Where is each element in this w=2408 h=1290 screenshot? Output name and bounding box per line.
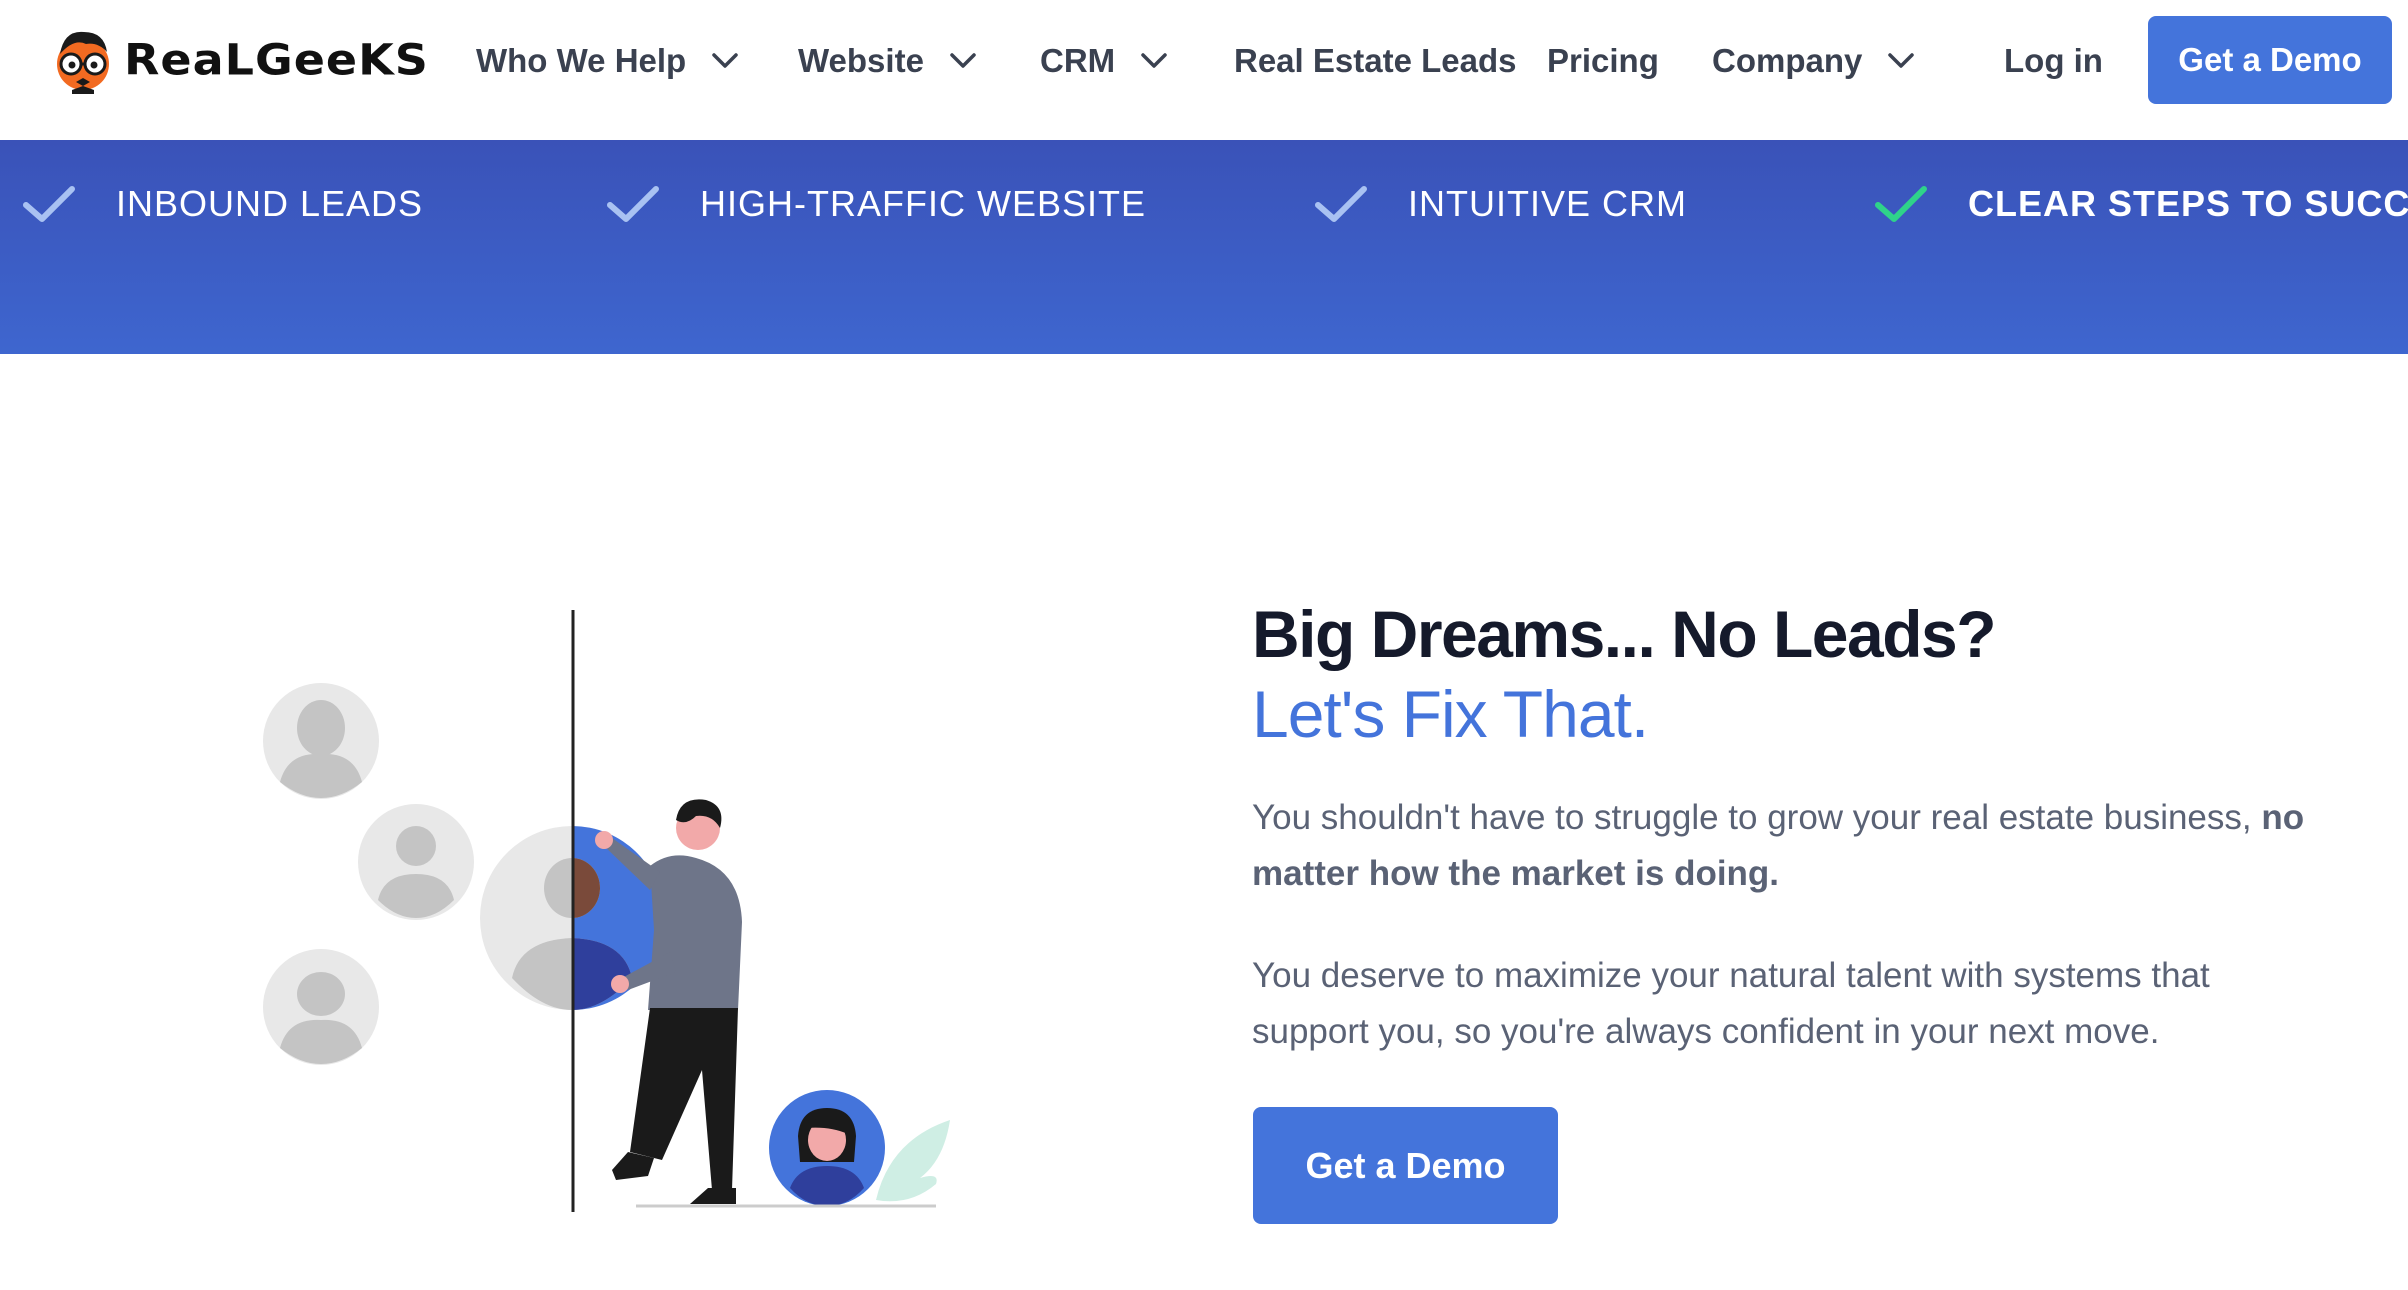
brand-wordmark: ReaLGeeKS bbox=[124, 35, 429, 85]
nav-label: CRM bbox=[1040, 42, 1116, 79]
chevron-down-icon bbox=[712, 53, 738, 68]
banner-label: CLEAR STEPS TO SUCCESS bbox=[1968, 183, 2408, 224]
nav-label: Pricing bbox=[1547, 42, 1659, 79]
geek-mascot-icon bbox=[57, 31, 109, 94]
avatar-placeholder-icon bbox=[358, 804, 474, 920]
banner-label: INTUITIVE CRM bbox=[1408, 183, 1687, 224]
features-banner: INBOUND LEADS HIGH-TRAFFIC WEBSITE INTUI… bbox=[0, 140, 2408, 354]
nav-label: Real Estate Leads bbox=[1234, 42, 1517, 79]
banner-item-clear-steps: CLEAR STEPS TO SUCCESS bbox=[1874, 178, 2408, 230]
nav-crm[interactable]: CRM bbox=[1040, 34, 1167, 88]
hero-get-demo-button[interactable]: Get a Demo bbox=[1253, 1107, 1558, 1224]
nav-pricing[interactable]: Pricing bbox=[1547, 34, 1659, 88]
banner-item-inbound-leads: INBOUND LEADS bbox=[22, 178, 423, 230]
hero-paragraph-2: You deserve to maximize your natural tal… bbox=[1252, 956, 2210, 1051]
hero-title: Big Dreams... No Leads? bbox=[1252, 597, 1997, 671]
site-header: ReaLGeeKS Who We Help Website CRM Real E… bbox=[0, 0, 2408, 140]
nav-real-estate-leads[interactable]: Real Estate Leads bbox=[1234, 34, 1516, 88]
chevron-down-icon bbox=[1888, 53, 1915, 68]
avatar-placeholder-icon bbox=[263, 683, 379, 799]
chevron-down-icon bbox=[950, 53, 976, 68]
woman-avatar-icon bbox=[769, 1090, 885, 1206]
nav-company[interactable]: Company bbox=[1712, 34, 1915, 88]
banner-item-high-traffic-website: HIGH-TRAFFIC WEBSITE bbox=[606, 178, 1146, 230]
nav-label: Website bbox=[798, 42, 924, 79]
nav-who-we-help[interactable]: Who We Help bbox=[476, 34, 738, 88]
checkmark-icon bbox=[607, 186, 659, 222]
nav-label: Company bbox=[1712, 42, 1863, 79]
header-get-demo-button[interactable]: Get a Demo bbox=[2148, 16, 2392, 104]
plant-leaf-icon bbox=[876, 1120, 950, 1202]
nav-website[interactable]: Website bbox=[798, 34, 976, 88]
chevron-down-icon bbox=[1141, 53, 1167, 68]
hero-illustration bbox=[263, 610, 950, 1212]
hero-paragraph-1: You shouldn't have to struggle to grow y… bbox=[1252, 790, 2332, 902]
nav-label: Who We Help bbox=[476, 42, 687, 79]
hero-subtitle: Let's Fix That. bbox=[1252, 677, 1649, 751]
realgeeks-logo[interactable]: ReaLGeeKS bbox=[50, 24, 429, 96]
banner-item-intuitive-crm: INTUITIVE CRM bbox=[1314, 178, 1687, 230]
banner-label: INBOUND LEADS bbox=[116, 183, 424, 224]
paragraph-text: You shouldn't have to struggle to grow y… bbox=[1252, 798, 2262, 837]
checkmark-icon bbox=[1875, 186, 1927, 222]
checkmark-icon bbox=[23, 186, 75, 222]
checkmark-icon bbox=[1315, 186, 1367, 222]
avatar-placeholder-icon bbox=[263, 949, 379, 1065]
banner-label: HIGH-TRAFFIC WEBSITE bbox=[700, 183, 1146, 224]
login-link[interactable]: Log in bbox=[2004, 34, 2103, 88]
